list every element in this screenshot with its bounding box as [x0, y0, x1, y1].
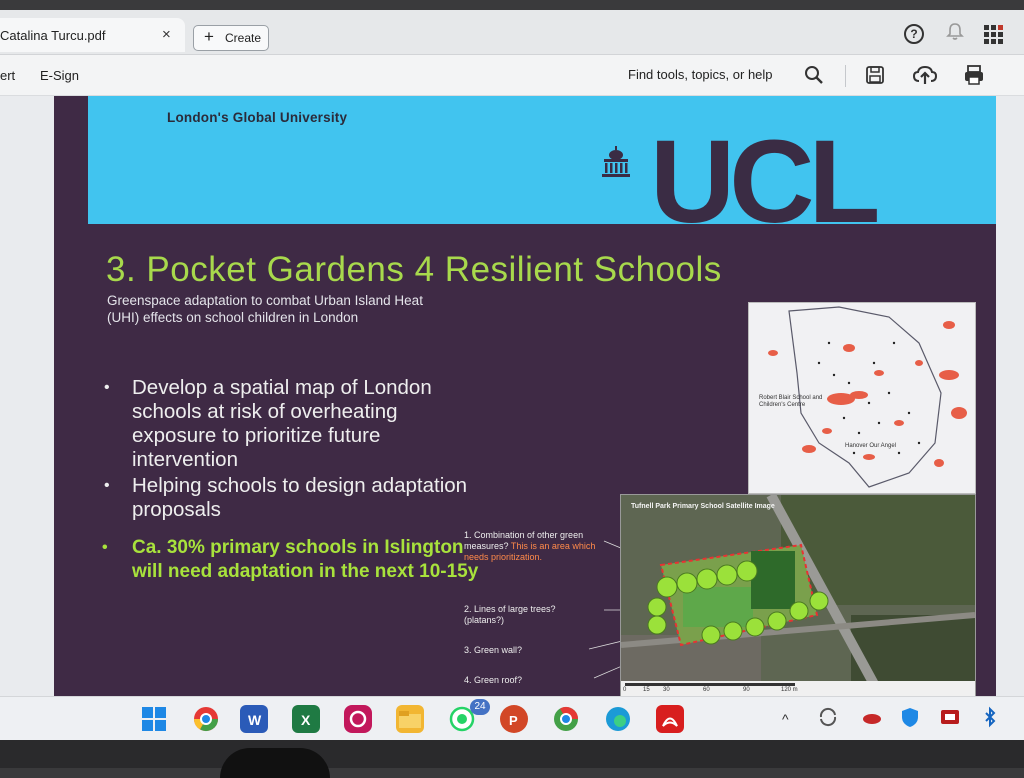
svg-text:P: P — [509, 713, 518, 728]
map-label: Hanover Our Angel — [845, 443, 897, 449]
scale-bar: 0 15 30 60 90 120 m — [621, 681, 975, 696]
chrome-profile-icon[interactable] — [552, 705, 580, 733]
bullet-text: Develop a spatial map of London schools … — [132, 376, 432, 471]
word-icon[interactable]: W — [240, 705, 268, 733]
room-foreground — [0, 740, 1024, 768]
powerpoint-icon[interactable]: P — [500, 705, 528, 733]
create-label: Create — [225, 31, 262, 45]
svg-text:UCL: UCL — [650, 136, 877, 224]
bullet-text: Helping schools to design adaptation pro… — [132, 474, 468, 521]
portico-icon — [598, 144, 634, 185]
svg-text:W: W — [248, 712, 262, 728]
ucl-logo: UCL — [650, 136, 883, 224]
bell-icon[interactable] — [944, 22, 966, 44]
whatsapp-badge: 24 — [470, 699, 490, 715]
bluetooth-icon[interactable] — [978, 705, 1002, 733]
slide-subtitle: Greenspace adaptation to combat Urban Is… — [107, 293, 423, 325]
satellite-title: Tufnell Park Primary School Satellite Im… — [631, 503, 775, 510]
toolbar: ert E-Sign Find tools, topics, or help — [0, 55, 1024, 96]
highlight-bullet: • Ca. 30% primary schools in Islington w… — [100, 536, 480, 584]
screen-record-icon[interactable] — [938, 705, 962, 733]
acrobat-icon[interactable] — [656, 705, 684, 733]
university-tagline: London's Global University — [167, 110, 348, 125]
save-icon[interactable] — [863, 63, 887, 87]
map-label: Robert Blair School and Children's Centr… — [759, 395, 823, 408]
chevron-up-icon[interactable]: ^ — [782, 711, 789, 727]
scale-tick: 15 — [643, 687, 650, 693]
highlight-text: Ca. 30% primary schools in Islington wil… — [132, 537, 479, 582]
scale-tick: 90 — [743, 687, 750, 693]
taskbar: W X 24 P ^ — [0, 696, 1024, 740]
cloud-icon[interactable] — [860, 705, 884, 733]
edge-icon[interactable] — [604, 705, 632, 733]
find-tools-search[interactable]: Find tools, topics, or help — [628, 67, 773, 82]
satellite-image: Tufnell Park Primary School Satellite Im… — [620, 494, 976, 696]
help-icon[interactable]: ? — [904, 24, 924, 44]
esign-menu[interactable]: E-Sign — [40, 68, 79, 83]
search-icon[interactable] — [802, 63, 826, 87]
document-tab[interactable]: Catalina Turcu.pdf × — [0, 18, 185, 52]
ucl-banner: London's Global University UCL — [88, 96, 996, 224]
heat-map-image: Robert Blair School and Children's Centr… — [748, 302, 976, 494]
file-explorer-icon[interactable] — [396, 705, 424, 733]
excel-icon[interactable]: X — [292, 705, 320, 733]
shield-icon[interactable] — [898, 705, 922, 733]
bullet-dot: • — [104, 477, 110, 494]
slide-title: 3. Pocket Gardens 4 Resilient Schools — [106, 250, 722, 289]
sync-icon[interactable] — [816, 705, 840, 733]
toolbar-separator — [845, 65, 846, 87]
create-button[interactable]: + Create — [193, 25, 269, 51]
svg-text:X: X — [301, 712, 311, 728]
tab-bar: Catalina Turcu.pdf × + Create ? — [0, 10, 1024, 55]
creative-cloud-icon[interactable] — [344, 705, 372, 733]
apps-icon[interactable] — [982, 22, 1004, 44]
audience-head — [220, 748, 330, 778]
scale-tick: 120 m — [781, 687, 798, 693]
scale-tick: 0 — [623, 687, 627, 693]
start-icon[interactable] — [140, 705, 168, 733]
document-viewer[interactable]: London's Global University UCL 3. Pocket… — [0, 96, 1024, 696]
bullet-list: • Develop a spatial map of London school… — [100, 376, 480, 586]
print-icon[interactable] — [962, 63, 986, 87]
bullet-item: • Helping schools to design adaptation p… — [100, 474, 480, 522]
chrome-icon[interactable] — [192, 705, 220, 733]
pdf-slide: London's Global University UCL 3. Pocket… — [54, 96, 996, 696]
scale-tick: 60 — [703, 687, 710, 693]
bullet-item: • Develop a spatial map of London school… — [100, 376, 480, 472]
convert-menu[interactable]: ert — [0, 68, 15, 83]
bullet-dot: • — [104, 379, 110, 396]
close-icon[interactable]: × — [162, 26, 171, 43]
plus-icon: + — [204, 27, 214, 46]
upload-cloud-icon[interactable] — [912, 63, 938, 87]
scale-tick: 30 — [663, 687, 670, 693]
screen: Catalina Turcu.pdf × + Create ? ert E-Si… — [0, 10, 1024, 740]
bullet-dot: • — [102, 539, 108, 556]
tab-title: Catalina Turcu.pdf — [0, 28, 106, 43]
